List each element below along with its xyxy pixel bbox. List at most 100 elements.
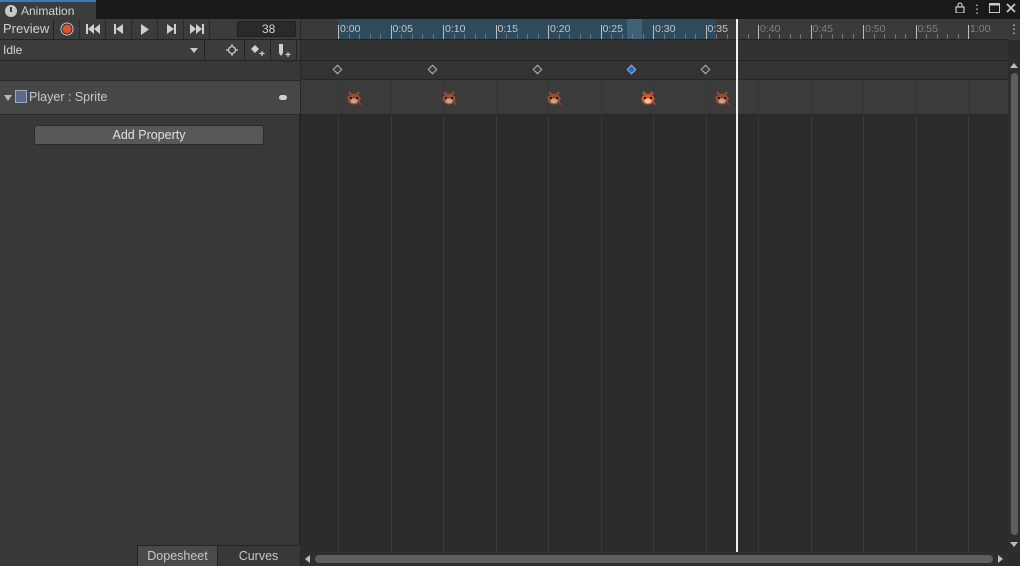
- ruler-minor-tick: [905, 34, 906, 39]
- property-summary-spacer: [0, 61, 300, 80]
- ruler-minor-tick: [716, 34, 717, 39]
- ruler-minor-tick: [779, 34, 780, 39]
- horizontal-scrollbar[interactable]: [301, 552, 1008, 566]
- tab-curves[interactable]: Curves: [217, 545, 299, 566]
- ruler-minor-tick: [474, 34, 476, 39]
- ruler-minor-tick: [642, 34, 644, 39]
- ruler-tick-label: 0:15: [497, 23, 518, 35]
- add-keyframe-button[interactable]: [245, 40, 271, 60]
- tab-dopesheet[interactable]: Dopesheet: [137, 545, 217, 566]
- next-key-button[interactable]: [158, 19, 184, 39]
- ruler-minor-tick: [632, 34, 633, 39]
- ruler-minor-tick: [359, 34, 360, 39]
- filter-by-selection-icon: [225, 44, 238, 56]
- scroll-right-icon[interactable]: [998, 555, 1003, 563]
- ruler-tick-label: 0:50: [865, 23, 886, 35]
- property-row-player-sprite[interactable]: Player : Sprite: [0, 80, 300, 115]
- animation-window-tab[interactable]: Animation: [0, 0, 96, 19]
- record-button[interactable]: [54, 19, 80, 39]
- prev-key-button[interactable]: [106, 19, 132, 39]
- ruler-minor-tick: [432, 34, 434, 39]
- lock-icon[interactable]: [952, 1, 968, 17]
- filter-by-selection-button[interactable]: [219, 40, 245, 60]
- timeline-grid-line: [915, 115, 917, 552]
- ruler-major-tick: [338, 25, 339, 39]
- ruler-minor-tick: [821, 34, 822, 39]
- ruler-minor-tick: [926, 34, 927, 39]
- property-options-icon[interactable]: [279, 95, 287, 100]
- maximize-icon[interactable]: [986, 1, 1002, 17]
- ruler-minor-tick: [537, 34, 539, 39]
- timeline-grid-line: [390, 115, 392, 552]
- track-grid-line: [810, 80, 812, 115]
- first-key-icon: [85, 24, 100, 34]
- first-key-button[interactable]: [80, 19, 106, 39]
- scroll-down-icon[interactable]: [1010, 542, 1018, 547]
- timeline-grid-line: [443, 115, 444, 552]
- add-property-button[interactable]: Add Property: [34, 125, 264, 145]
- ruler-tick-label: 0:25: [602, 23, 623, 35]
- ruler-minor-tick: [621, 34, 623, 39]
- vertical-scroll-thumb[interactable]: [1011, 73, 1018, 535]
- dopesheet-timeline[interactable]: 0:00 0:05 0:10 0:15 0:20 0:25 0:30 0:35 0:40 0:45…: [301, 19, 1020, 566]
- sprite-frame-thumbnail[interactable]: [639, 89, 657, 107]
- last-key-button[interactable]: [184, 19, 210, 39]
- ruler-tick-label: 0:40: [760, 23, 781, 35]
- ruler-minor-tick: [957, 34, 959, 39]
- sprite-frame-thumbnail[interactable]: [345, 89, 363, 107]
- ruler-minor-tick: [411, 34, 413, 39]
- foldout-arrow-icon[interactable]: [4, 95, 12, 101]
- time-ruler[interactable]: 0:00 0:05 0:10 0:15 0:20 0:25 0:30 0:35 0:40 0:45…: [301, 19, 1008, 40]
- timeline-grid-line: [548, 115, 549, 552]
- sprite-frame-thumbnail[interactable]: [713, 89, 731, 107]
- keyframe-summary-row[interactable]: [301, 61, 1008, 80]
- scroll-left-icon[interactable]: [305, 555, 310, 563]
- window-tab-title: Animation: [21, 3, 75, 18]
- clip-selector-dropdown[interactable]: Idle: [0, 40, 205, 60]
- scroll-up-icon[interactable]: [1010, 63, 1018, 68]
- frame-number-field[interactable]: 38: [237, 21, 296, 37]
- add-keyframe-icon: [250, 45, 264, 56]
- add-event-button[interactable]: [271, 40, 297, 60]
- ruler-minor-tick: [663, 34, 665, 39]
- ruler-tick-label: 0:45: [812, 23, 833, 35]
- timeline-grid-line: [968, 115, 969, 552]
- timeline-menu-icon[interactable]: ⋮: [1008, 19, 1020, 40]
- horizontal-scroll-thumb[interactable]: [315, 555, 993, 563]
- track-grid-line: [705, 80, 707, 115]
- ruler-minor-tick: [947, 34, 948, 39]
- ruler-minor-tick: [684, 34, 686, 39]
- timeline-grid-line: [653, 115, 654, 552]
- ruler-minor-tick: [852, 34, 854, 39]
- property-label: Player : Sprite: [29, 90, 108, 104]
- ruler-minor-tick: [747, 34, 749, 39]
- sprite-frame-thumbnail[interactable]: [545, 89, 563, 107]
- property-panel: Preview 38 Idle Player: Sprite Add Prop…: [0, 19, 300, 566]
- ruler-major-tick: [968, 25, 969, 39]
- vertical-scrollbar[interactable]: [1008, 61, 1020, 552]
- ruler-minor-tick: [348, 34, 350, 39]
- view-mode-tabs: Dopesheet Curves: [0, 545, 300, 566]
- ruler-minor-tick: [380, 34, 381, 39]
- ruler-tick-label: 0:05: [392, 23, 413, 35]
- ruler-tick-label: 0:00: [340, 23, 361, 35]
- ruler-minor-tick: [695, 34, 696, 39]
- kebab-menu-icon[interactable]: ⋮: [969, 1, 985, 17]
- ruler-minor-tick: [558, 34, 560, 39]
- preview-button[interactable]: Preview: [0, 19, 54, 39]
- sprite-frame-thumbnail[interactable]: [440, 89, 458, 107]
- ruler-major-tick: [705, 25, 707, 39]
- timeline-grid-line: [758, 115, 759, 552]
- ruler-minor-tick: [579, 34, 581, 39]
- ruler-minor-tick: [464, 34, 465, 39]
- ruler-minor-tick: [422, 34, 423, 39]
- play-button[interactable]: [132, 19, 158, 39]
- ruler-major-tick: [810, 25, 812, 39]
- event-row[interactable]: [301, 40, 1008, 61]
- sprite-renderer-icon: [15, 90, 27, 103]
- ruler-minor-tick: [831, 34, 833, 39]
- close-icon[interactable]: [1003, 1, 1019, 17]
- playhead[interactable]: [736, 19, 738, 552]
- ruler-minor-tick: [936, 34, 938, 39]
- last-key-icon: [189, 24, 204, 34]
